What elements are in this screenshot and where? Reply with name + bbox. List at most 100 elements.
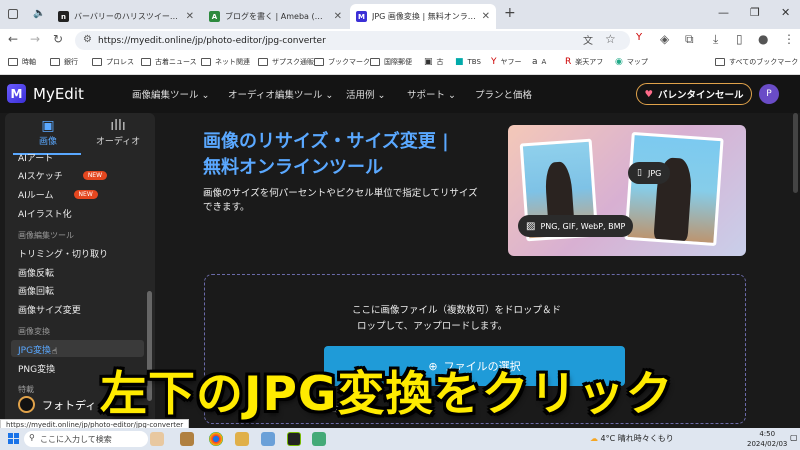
bookmark-item[interactable]: ネット関連	[201, 57, 250, 67]
sidebar-item-ai-art[interactable]: AIアート	[18, 151, 53, 164]
browser-toolbar: ← → ↻ ⚙ https://myedit.online/jp/photo-e…	[0, 29, 800, 52]
sidebar-item-ai-illustration[interactable]: AIイラスト化	[18, 207, 72, 220]
tab-title: バーバリーのハリスツイードジャケットをレスキュ	[74, 12, 182, 21]
close-tab-icon[interactable]: ✕	[482, 11, 490, 22]
bookmark-item[interactable]: 銀行	[50, 57, 78, 67]
myedit-logo[interactable]: M MyEdit	[7, 84, 84, 103]
sidebar-item-ai-sketch[interactable]: AIスケッチ NEW	[18, 169, 108, 182]
myedit-logo-icon: M	[7, 84, 26, 103]
taskbar-app-icon[interactable]	[312, 432, 326, 446]
browser-tab[interactable]: n バーバリーのハリスツイードジャケットをレスキュ ✕	[52, 4, 200, 29]
bookmark-item[interactable]: ▣ 古	[424, 57, 444, 67]
site-info-icon[interactable]: ⚙	[83, 34, 92, 45]
image-stack-icon: ▨	[526, 220, 536, 232]
profile-icon[interactable]: ●	[758, 32, 768, 46]
bookmark-star-icon[interactable]: ☆	[605, 32, 616, 46]
sidebar-item-crop[interactable]: トリミング・切り取り	[18, 247, 108, 260]
tab-image[interactable]: ▣ 画像	[18, 116, 78, 154]
bookmark-item[interactable]: ブックマーク	[314, 57, 370, 67]
sidebar-item-flip[interactable]: 画像反転	[18, 266, 54, 279]
tab-audio[interactable]: ıllı オーディオ	[88, 116, 148, 154]
restore-icon[interactable]: ❐	[750, 6, 760, 19]
file-explorer-icon[interactable]	[235, 432, 249, 446]
chrome-taskbar-icon[interactable]	[209, 432, 223, 446]
browser-tab-active[interactable]: M JPG 画像変換 | 無料オンラインツール - M ✕	[350, 4, 496, 29]
address-bar[interactable]: ⚙ https://myedit.online/jp/photo-editor/…	[75, 31, 630, 50]
sidebar-section-image-editing: 画像編集ツール	[18, 231, 74, 240]
tab-favicon: n	[58, 11, 69, 22]
side-panel-icon[interactable]: ▯	[736, 32, 743, 46]
close-window-icon[interactable]: ✕	[781, 6, 790, 19]
nav-pricing[interactable]: プランと価格	[475, 87, 532, 101]
taskbar-search[interactable]: ⚲ ここに入力して検索	[24, 431, 148, 447]
bookmark-item[interactable]: aA	[532, 57, 546, 67]
close-tab-icon[interactable]: ✕	[186, 11, 194, 22]
valentine-sale-button[interactable]: ♥ バレンタインセール	[636, 83, 752, 105]
sidebar-item-jpg-convert[interactable]: JPG変換	[18, 343, 51, 356]
sidebar-item-rotate[interactable]: 画像回転	[18, 284, 54, 297]
close-tab-icon[interactable]: ✕	[334, 11, 342, 22]
avatar[interactable]: P	[759, 84, 779, 104]
search-icon: ⚲	[29, 433, 35, 442]
tab-search-icon[interactable]	[8, 9, 18, 19]
new-tab-button[interactable]: +	[504, 5, 516, 21]
image-icon: ▣	[41, 118, 55, 134]
new-badge: NEW	[73, 190, 98, 199]
folder-icon	[141, 58, 151, 66]
browser-tab[interactable]: A ブログを書く | Ameba (アメーバ) ✕	[203, 4, 348, 29]
bookmark-item[interactable]: 時軸	[8, 57, 36, 67]
file-icon: ▯	[637, 168, 642, 178]
taskbar-app-icon[interactable]	[180, 432, 194, 446]
taskbar-app-icon[interactable]	[261, 432, 275, 446]
dropzone-instruction: ここに画像ファイル（複数枚可）をドロップ＆ド	[352, 305, 562, 316]
sidebar-section-convert: 画像変換	[18, 327, 50, 336]
reload-icon[interactable]: ↻	[53, 32, 63, 46]
download-icon[interactable]: ⤓	[713, 32, 718, 47]
speaker-icon[interactable]: 🔈	[33, 8, 45, 19]
folder-icon	[715, 58, 725, 66]
nvidia-icon[interactable]	[287, 432, 301, 446]
bookmark-item[interactable]: 国際郵便	[370, 57, 412, 67]
nav-audio-tools[interactable]: オーディオ編集ツール ⌄	[228, 87, 333, 101]
bookmark-item[interactable]: ザプスク通販	[258, 57, 314, 67]
page-title-line2: 無料オンラインツール	[203, 157, 383, 178]
bookmark-item[interactable]: R 楽天アフ	[565, 57, 603, 67]
folder-icon	[370, 58, 380, 66]
bookmark-item[interactable]: Y ヤフー	[491, 57, 522, 67]
page-scroll-thumb[interactable]	[793, 113, 798, 193]
map-pin-icon: ◉	[615, 57, 623, 67]
bookmark-item[interactable]: プロレス	[92, 57, 134, 67]
yahoo-extension-icon[interactable]: Y	[636, 32, 642, 43]
sidebar-item-ai-room[interactable]: AIルーム NEW	[18, 188, 98, 201]
jpg-format-pill: ▯ JPG	[628, 162, 671, 184]
minimize-icon[interactable]: —	[718, 6, 729, 19]
sidebar-item-resize[interactable]: 画像サイズ変更	[18, 303, 81, 316]
nav-support[interactable]: サポート ⌄	[407, 87, 456, 101]
notification-icon[interactable]: ▢	[790, 433, 798, 442]
folder-icon	[92, 58, 102, 66]
back-icon[interactable]: ←	[8, 32, 18, 46]
dropzone-instruction-line2: ロップして、アップロードします。	[357, 321, 508, 332]
all-bookmarks[interactable]: すべてのブックマーク	[715, 57, 798, 67]
taskbar-app-icon[interactable]	[150, 432, 164, 446]
translate-icon[interactable]: 文	[583, 32, 593, 47]
sidebar-item-photodirector[interactable]: フォトディ	[18, 396, 96, 413]
nav-image-tools[interactable]: 画像編集ツール ⌄	[132, 87, 210, 101]
sidebar-item-png-convert[interactable]: PNG変換	[18, 362, 55, 375]
bookmark-favicon: ■	[455, 57, 464, 67]
mouse-cursor-icon: ☝	[52, 347, 58, 357]
windows-taskbar: ⚲ ここに入力して検索 ☁ 4°C 晴れ時々くもり 4:50 2024/02/0…	[0, 428, 800, 450]
bookmark-item[interactable]: 古着ニュース	[141, 57, 197, 67]
system-clock[interactable]: 4:50 2024/02/03	[747, 429, 787, 449]
weather-widget[interactable]: ☁ 4°C 晴れ時々くもり	[590, 433, 674, 444]
page-scrollbar[interactable]	[791, 113, 800, 420]
forward-icon[interactable]: →	[30, 32, 40, 46]
bookmark-favicon: ▣	[424, 57, 433, 67]
menu-dots-icon[interactable]: ⋮	[783, 32, 795, 46]
bookmark-item[interactable]: ◉ マップ	[615, 57, 648, 67]
windows-start-icon[interactable]	[8, 433, 19, 444]
nav-use-cases[interactable]: 活用例 ⌄	[346, 87, 386, 101]
extensions-icon[interactable]: ⧉	[685, 32, 694, 47]
extension-icon[interactable]: ◈	[660, 32, 669, 46]
bookmark-item[interactable]: ■ TBS	[455, 57, 481, 67]
